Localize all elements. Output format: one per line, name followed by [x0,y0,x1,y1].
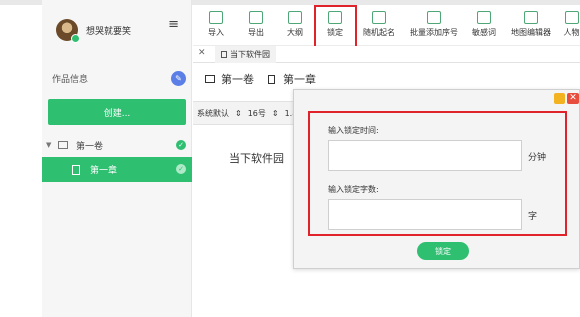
toolbar-sensitive-words[interactable]: 敏感词 [471,9,497,47]
create-button[interactable]: 创建... [48,99,186,125]
toolbar-random-name-label: 随机起名 [363,28,395,37]
toolbar-map-editor-label: 地图编辑器 [511,28,551,37]
format-bar: 系统默认 ⇕ 16号 ⇕ 1.8 [193,101,293,125]
avatar[interactable] [56,19,80,43]
person-icon [564,11,579,24]
font-select-arrow-icon[interactable]: ⇕ [235,109,242,118]
folder-icon [58,141,68,149]
toolbar-import-label: 导入 [208,28,224,37]
close-icon[interactable]: ✕ [567,93,579,104]
breadcrumb: 第一卷 第一章 [205,71,316,87]
toolbar-batch-number[interactable]: 批量添加序号 [408,9,460,47]
lock-confirm-button[interactable]: 锁定 [417,242,469,260]
dialog-header: ✕ [294,90,579,108]
chapter-item[interactable]: 第一章 ✓ [42,157,192,182]
batch-number-icon [427,11,441,24]
chapter-check-icon: ✓ [176,164,186,174]
toolbar-export-label: 导出 [248,28,264,37]
toolbar: 导入 导出 大纲 锁定 随机起名 批量添加序号 敏感词 地图编辑器 人物 [193,5,580,49]
editor-text[interactable]: 当下软件园 [229,150,284,166]
tab-strip: ✕ 当下软件园 [193,46,580,63]
toolbar-sensitive-words-label: 敏感词 [472,28,496,37]
volume-label: 第一卷 [76,141,104,152]
minimize-icon[interactable] [554,93,565,104]
document-icon [72,164,80,175]
lock-time-unit: 分钟 [528,153,547,163]
lock-words-input[interactable] [328,199,522,230]
toolbar-export[interactable]: 导出 [245,9,267,47]
spacing-select[interactable]: 1.8 [285,109,293,118]
chapter-label: 第一章 [90,166,118,176]
lock-words-label: 输入锁定字数: [328,185,379,194]
toolbar-map-editor[interactable]: 地图编辑器 [509,9,553,47]
toolbar-random-name[interactable]: 随机起名 [361,9,397,47]
toolbar-person-label: 人物 [563,28,580,37]
toolbar-person[interactable]: 人物 [563,9,580,47]
toolbar-import[interactable]: 导入 [205,9,227,47]
tab-close-icon[interactable]: ✕ [198,48,206,58]
breadcrumb-document-icon [268,74,275,84]
works-info-row: 作品信息 ✎ [52,70,186,86]
volume-item[interactable]: ▼ 第一卷 ✓ [42,136,192,154]
outline-icon [288,11,302,24]
volume-check-icon: ✓ [176,140,186,150]
lock-dialog: ✕ 输入锁定时间: 分钟 输入锁定字数: 字 锁定 [293,89,580,269]
tab-document-icon [221,51,227,58]
sidebar: 想哭就要笑 ≡ 作品信息 ✎ 创建... ▼ 第一卷 ✓ 第一章 ✓ [42,0,192,317]
toolbar-outline-label: 大纲 [287,28,303,37]
lock-time-label: 输入锁定时间: [328,126,379,135]
random-name-icon [372,11,386,24]
online-badge-icon [71,34,80,43]
hamburger-menu-icon[interactable]: ≡ [168,18,179,31]
collapse-triangle-icon[interactable]: ▼ [46,141,54,149]
works-info-label: 作品信息 [52,74,89,85]
tab-document[interactable]: 当下软件园 [215,46,276,63]
lock-time-input[interactable] [328,140,522,171]
export-icon [249,11,263,24]
map-icon [524,11,538,24]
edit-works-icon[interactable]: ✎ [171,70,186,86]
lock-words-unit: 字 [528,212,538,222]
toolbar-batch-number-label: 批量添加序号 [410,28,458,37]
lock-highlight-frame [314,5,357,49]
toolbar-outline[interactable]: 大纲 [284,9,306,47]
breadcrumb-chapter[interactable]: 第一章 [283,71,316,87]
warning-icon [477,11,491,24]
breadcrumb-folder-icon [205,75,215,83]
import-icon [209,11,223,24]
size-select[interactable]: 16号 [248,108,266,119]
font-select[interactable]: 系统默认 [197,108,229,119]
user-profile[interactable]: 想哭就要笑 [56,16,131,44]
breadcrumb-volume[interactable]: 第一卷 [221,71,254,87]
size-select-arrow-icon[interactable]: ⇕ [272,109,279,118]
tab-label: 当下软件园 [230,50,270,59]
user-name: 想哭就要笑 [86,26,132,37]
